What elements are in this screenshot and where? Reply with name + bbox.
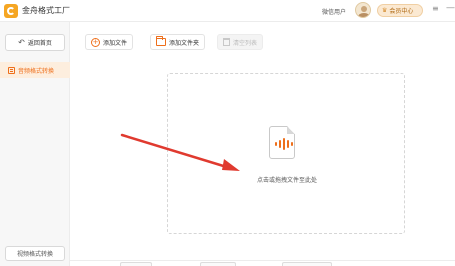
clear-list-button[interactable]: 清空列表	[217, 34, 264, 50]
minimize-icon[interactable]: —	[446, 4, 455, 13]
add-file-label: 添加文件	[103, 39, 128, 47]
app-title: 金舟格式工厂	[22, 6, 70, 15]
back-arrow-icon: ↶	[18, 37, 25, 47]
bottom-control[interactable]	[282, 262, 332, 266]
back-home-button[interactable]: ↶ 返回首页	[5, 34, 65, 51]
app-logo-icon	[4, 4, 18, 18]
bottom-control[interactable]	[120, 262, 152, 266]
user-name[interactable]: 微信用户	[322, 7, 346, 16]
plus-circle-icon: +	[91, 37, 100, 47]
add-folder-label: 添加文件夹	[169, 39, 200, 47]
avatar[interactable]	[355, 2, 371, 18]
list-icon	[8, 66, 15, 74]
folder-icon	[156, 36, 166, 46]
add-file-button[interactable]: + 添加文件	[85, 34, 134, 50]
sidebar-item-audio-convert[interactable]: 音频格式转换	[0, 62, 70, 78]
add-folder-button[interactable]: 添加文件夹	[150, 34, 206, 50]
sidebar: ↶ 返回首页 音频格式转换 视频格式转换	[0, 22, 70, 266]
sidebar-item-label: 音频格式转换	[18, 67, 55, 75]
menu-icon[interactable]: ≡	[432, 5, 439, 13]
clear-list-label: 清空列表	[233, 39, 258, 47]
bottom-divider	[70, 260, 455, 261]
audio-file-icon	[269, 126, 295, 159]
drop-hint-text: 点击或拖拽文件至此处	[256, 177, 317, 184]
vip-center-button[interactable]: ♛ 会员中心	[377, 4, 423, 17]
vip-center-label: 会员中心	[389, 8, 414, 15]
drop-zone[interactable]: 点击或拖拽文件至此处	[167, 73, 405, 234]
video-convert-label: 视频格式转换	[16, 251, 53, 258]
trash-icon	[223, 38, 230, 46]
bottom-control[interactable]	[200, 262, 236, 266]
video-convert-button[interactable]: 视频格式转换	[5, 246, 65, 261]
title-bar: 金舟格式工厂 微信用户 ♛ 会员中心 ≡ —	[0, 0, 455, 22]
crown-icon: ♛	[382, 6, 388, 14]
back-home-label: 返回首页	[27, 40, 52, 47]
